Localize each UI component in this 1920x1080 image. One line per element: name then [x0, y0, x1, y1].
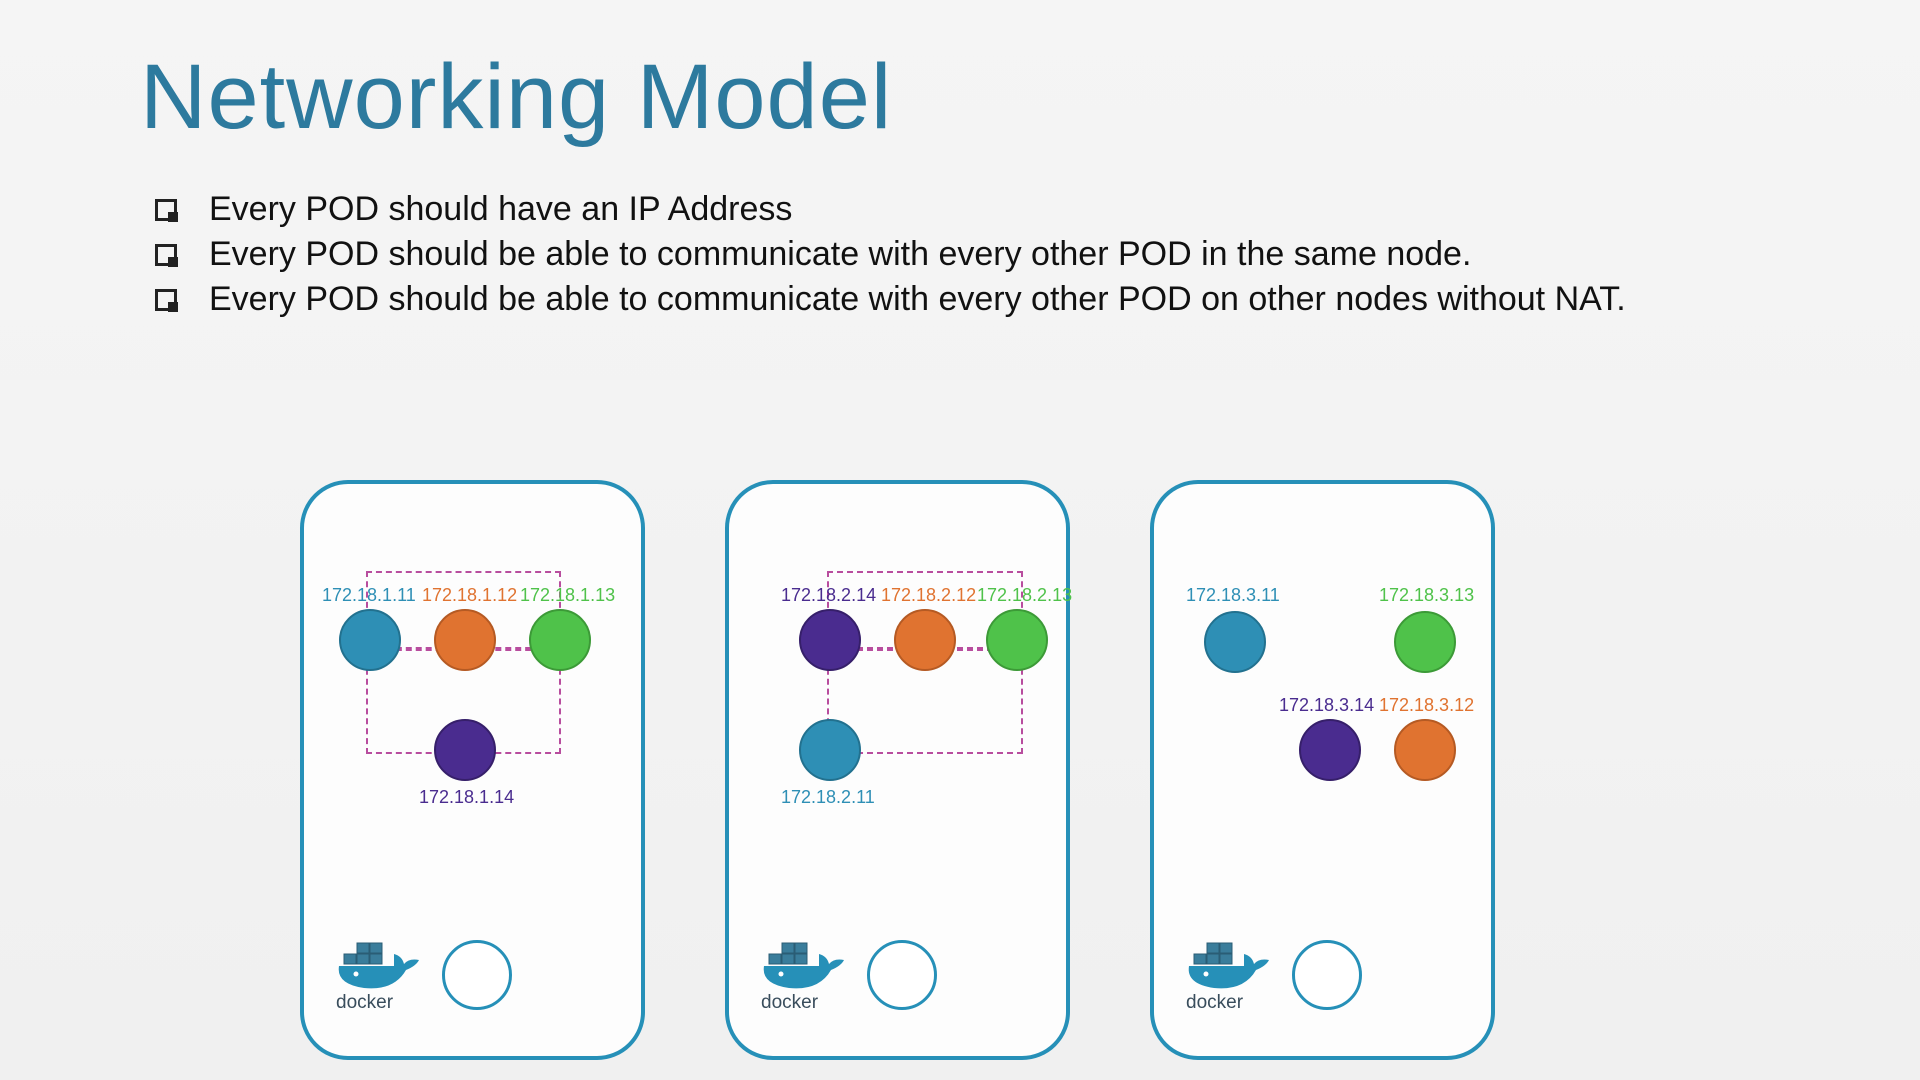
pod-area: 172.18.2.14 172.18.2.12 172.18.2.13 172.…: [729, 579, 1066, 879]
pod-circle: [529, 609, 591, 671]
bullet-item: Every POD should be able to communicate …: [155, 235, 1626, 274]
slide-title: Networking Model: [140, 45, 892, 150]
pod-area: 172.18.1.11 172.18.1.12 172.18.1.13 172.…: [304, 579, 641, 879]
pod-circle: [799, 609, 861, 671]
docker-label: docker: [1186, 992, 1243, 1014]
pod-circle: [1394, 611, 1456, 673]
bullet-text: Every POD should be able to communicate …: [209, 235, 1471, 274]
pod-circle: [894, 609, 956, 671]
node-2: 172.18.2.14 172.18.2.12 172.18.2.13 172.…: [725, 480, 1070, 1060]
nodes-row: 172.18.1.11 172.18.1.12 172.18.1.13 172.…: [300, 480, 1495, 1060]
docker-label: docker: [761, 992, 818, 1014]
bullet-text: Every POD should have an IP Address: [209, 190, 792, 229]
docker-group: docker: [759, 936, 937, 1014]
bullet-text: Every POD should be able to communicate …: [209, 280, 1626, 319]
pod-circle: [799, 719, 861, 781]
pod-circle: [434, 719, 496, 781]
pod-circle: [339, 609, 401, 671]
node-1: 172.18.1.11 172.18.1.12 172.18.1.13 172.…: [300, 480, 645, 1060]
pod-ip-label: 172.18.1.13: [520, 585, 615, 606]
pod-circle: [1299, 719, 1361, 781]
pod-ip-label: 172.18.1.14: [419, 787, 514, 808]
pod-area: 172.18.3.11 172.18.3.13 172.18.3.14 172.…: [1154, 579, 1491, 879]
pod-ip-label: 172.18.3.14: [1279, 695, 1374, 716]
pod-ip-label: 172.18.3.12: [1379, 695, 1474, 716]
pod-ip-label: 172.18.3.13: [1379, 585, 1474, 606]
docker-label: docker: [336, 992, 393, 1014]
empty-circle-icon: [1292, 940, 1362, 1010]
pod-circle: [434, 609, 496, 671]
docker-group: docker: [334, 936, 512, 1014]
pod-ip-label: 172.18.2.14: [781, 585, 876, 606]
docker-logo-icon: docker: [759, 936, 849, 1014]
pod-ip-label: 172.18.2.12: [881, 585, 976, 606]
pod-circle: [1204, 611, 1266, 673]
checkbox-icon: [155, 199, 177, 221]
pod-ip-label: 172.18.2.13: [977, 585, 1072, 606]
docker-logo-icon: docker: [334, 936, 424, 1014]
node-3: 172.18.3.11 172.18.3.13 172.18.3.14 172.…: [1150, 480, 1495, 1060]
pod-ip-label: 172.18.1.12: [422, 585, 517, 606]
empty-circle-icon: [867, 940, 937, 1010]
docker-logo-icon: docker: [1184, 936, 1274, 1014]
bullet-item: Every POD should have an IP Address: [155, 190, 1626, 229]
pod-circle: [986, 609, 1048, 671]
pod-ip-label: 172.18.2.11: [781, 787, 875, 808]
empty-circle-icon: [442, 940, 512, 1010]
pod-ip-label: 172.18.1.11: [322, 585, 416, 606]
bullet-item: Every POD should be able to communicate …: [155, 280, 1626, 319]
pod-ip-label: 172.18.3.11: [1186, 585, 1280, 606]
checkbox-icon: [155, 289, 177, 311]
bullet-list: Every POD should have an IP Address Ever…: [155, 190, 1626, 325]
checkbox-icon: [155, 244, 177, 266]
docker-group: docker: [1184, 936, 1362, 1014]
pod-circle: [1394, 719, 1456, 781]
